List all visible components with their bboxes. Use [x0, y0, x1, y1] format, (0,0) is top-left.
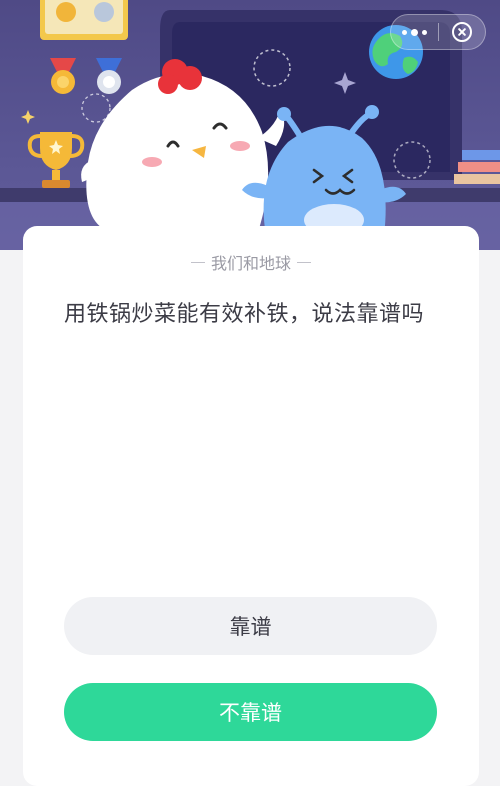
close-circle-icon[interactable]	[439, 15, 486, 49]
category-label: 我们和地球	[210, 254, 291, 273]
more-dots-icon[interactable]	[391, 15, 438, 49]
medal-gold-icon	[50, 58, 76, 94]
quiz-card: 我们和地球 用铁锅炒菜能有效补铁，说法靠谱吗 靠谱 不靠谱	[23, 226, 479, 786]
category-dash-right	[297, 261, 311, 263]
answer-option-unreliable[interactable]: 不靠谱	[64, 683, 437, 741]
trophy-icon	[27, 132, 85, 188]
award-frame	[40, 0, 128, 40]
quiz-category: 我们和地球	[23, 250, 479, 274]
answer-option-reliable[interactable]: 靠谱	[64, 597, 437, 655]
question-text: 用铁锅炒菜能有效补铁，说法靠谱吗	[64, 302, 425, 327]
medal-silver-icon	[96, 58, 122, 94]
sparkle-icon	[21, 110, 35, 124]
hero-illustration	[0, 0, 500, 250]
miniprogram-capsule	[390, 14, 486, 50]
category-dash-left	[190, 261, 205, 263]
